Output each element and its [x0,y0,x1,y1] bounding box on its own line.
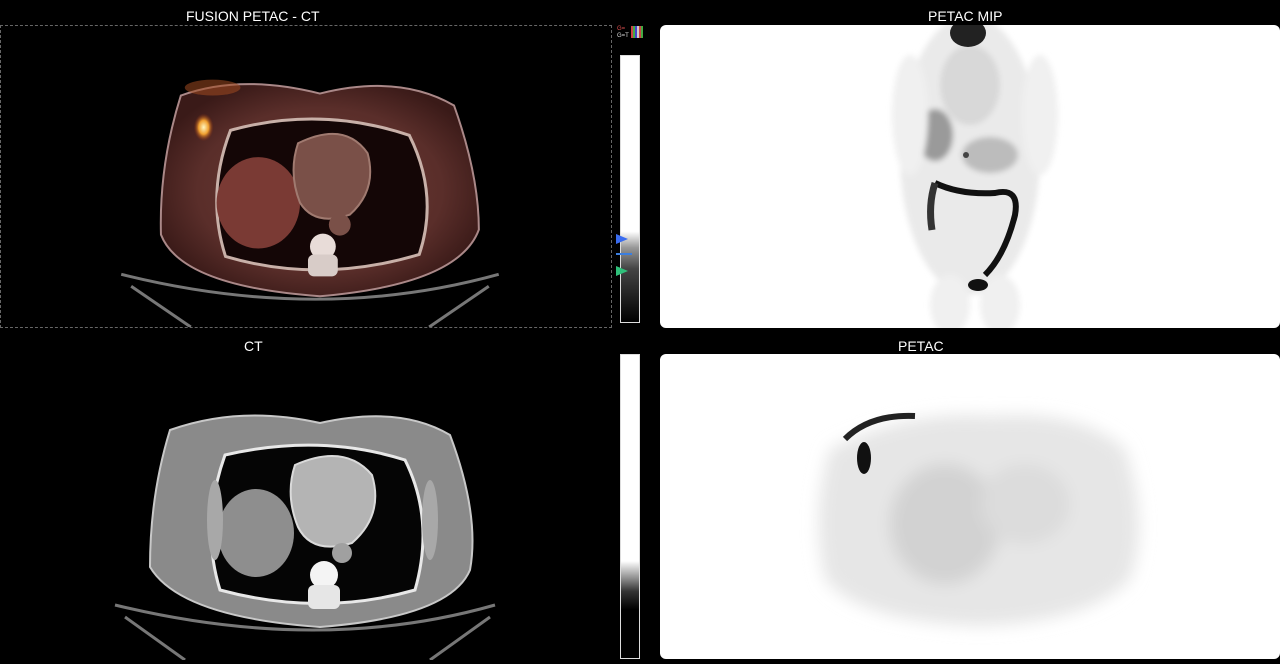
fusion-image [120,79,500,327]
triangle-right-green-icon[interactable] [616,266,628,276]
fusion-window-level-bar[interactable] [620,55,640,323]
mip-image [892,25,1058,328]
pet-image [818,412,1139,626]
colormap-indicator[interactable]: G= G=T [617,26,645,42]
pet-viewport[interactable] [660,354,1280,659]
ct-panel-title: CT [244,338,263,354]
fusion-viewport[interactable] [0,25,612,328]
ct-window-level-bar[interactable] [620,354,640,659]
window-level-line[interactable] [616,253,632,255]
fusion-panel-title: FUSION PETAC - CT [186,8,320,24]
color-grid-icon [631,26,643,38]
ct-viewport[interactable] [0,355,612,660]
pet-panel-title: PETAC [898,338,944,354]
triangle-right-blue-icon[interactable] [616,234,628,244]
mip-viewport[interactable] [660,25,1280,328]
ct-image [114,414,496,660]
mip-panel-title: PETAC MIP [928,8,1003,24]
